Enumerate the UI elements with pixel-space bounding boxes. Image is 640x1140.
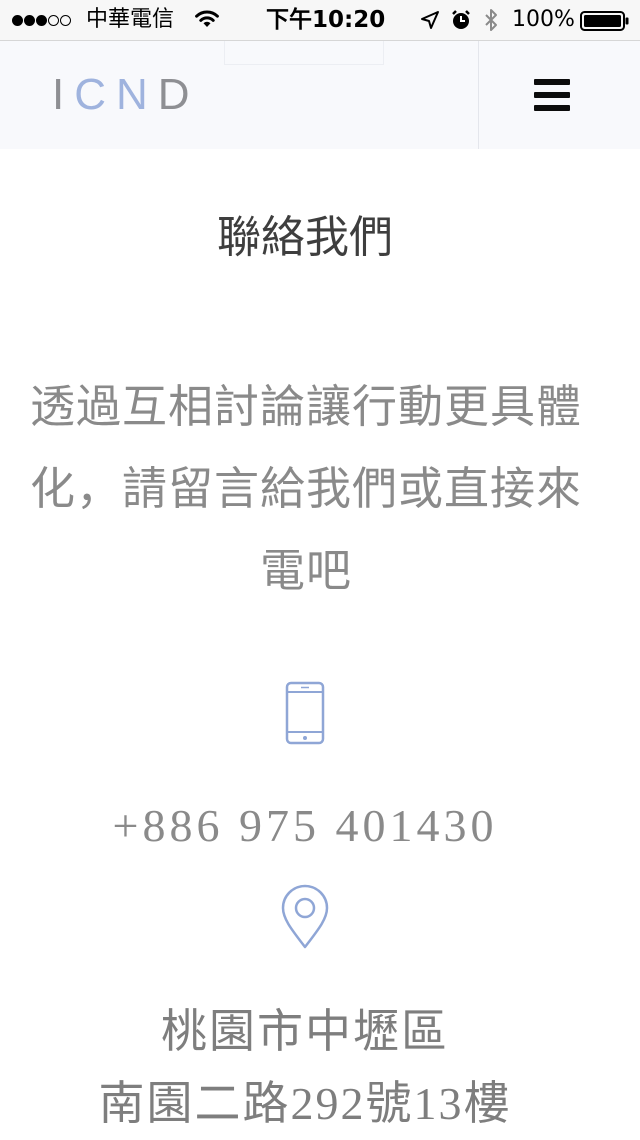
intro-line: 化，請留言給我們或直接來 [29,462,582,515]
intro-line: 電吧 [259,544,352,597]
status-time: 下午10:20 [266,7,386,33]
logo-letter: I [52,70,75,119]
address: 桃園市中壢區 南園二路292號13樓 [0,996,610,1140]
carrier-name: 中華電信 [86,7,175,32]
address-line: 桃園市中壢區 [161,1006,449,1057]
status-bar: 中華電信 下午10:20 100% [0,0,640,41]
bluetooth-icon [483,8,499,32]
signal-strength-icon [12,0,72,40]
logo-letter: C [74,70,117,119]
address-line: 南園二路292號13樓 [98,1078,512,1129]
map-pin-icon [280,884,330,950]
phone-number-link[interactable]: +886 975 401430 [0,796,610,856]
header-divider [478,41,479,149]
battery-icon [580,11,630,31]
mobile-phone-icon [284,681,326,745]
site-logo[interactable]: ICND [52,71,200,119]
battery-percentage: 100% [512,7,575,32]
logo-letter: N [116,70,158,119]
site-header: ICND [0,41,640,149]
alarm-icon [450,9,472,31]
wifi-icon [194,9,220,31]
intro-line: 透過互相討論讓行動更具體 [29,380,582,433]
intro-text: 透過互相討論讓行動更具體 化，請留言給我們或直接來 電吧 [16,366,596,612]
location-arrow-icon [420,10,440,30]
page-title: 聯絡我們 [217,212,393,263]
logo-letter: D [157,70,200,119]
header-decoration [224,41,384,65]
hamburger-menu-icon[interactable] [528,77,574,113]
